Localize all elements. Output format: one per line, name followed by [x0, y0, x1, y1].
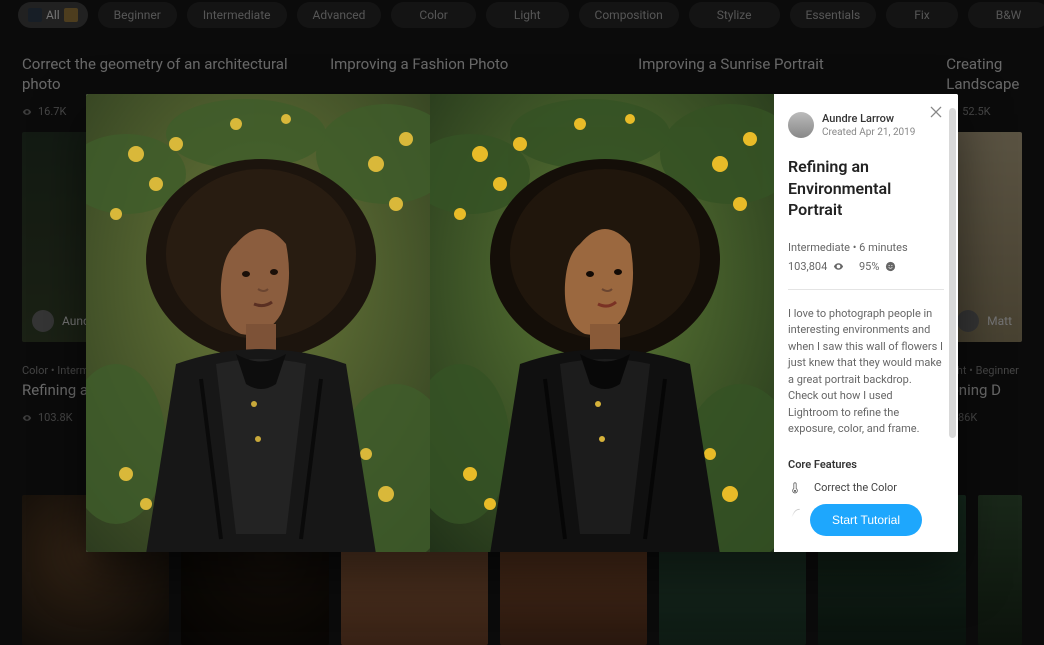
- author-block: Aundre Larrow Created Apr 21, 2019: [788, 112, 944, 138]
- feature-item: Correct the Color: [788, 481, 944, 495]
- start-tutorial-button[interactable]: Start Tutorial: [810, 504, 922, 536]
- before-image: [86, 94, 430, 552]
- core-features-header: Core Features: [788, 458, 944, 471]
- tutorial-title: Refining an Environmental Portrait: [788, 156, 944, 221]
- smile-icon: [885, 261, 896, 272]
- cta-container: Start Tutorial: [774, 494, 958, 552]
- tutorial-description: I love to photograph people in interesti…: [788, 306, 944, 438]
- created-date: Created Apr 21, 2019: [822, 127, 915, 138]
- view-approval-stats: 103,804 95%: [788, 260, 944, 273]
- sidebar-scrollbar[interactable]: [949, 108, 956, 438]
- view-count: 103,804: [788, 260, 827, 273]
- author-avatar[interactable]: [788, 112, 814, 138]
- eye-icon: [833, 261, 844, 272]
- divider: [788, 289, 944, 290]
- before-after-comparison: [86, 94, 774, 552]
- after-image: [430, 94, 774, 552]
- feature-label: Correct the Color: [814, 481, 897, 494]
- tutorial-detail-modal: Aundre Larrow Created Apr 21, 2019 Refin…: [86, 94, 958, 552]
- level-duration: Intermediate • 6 minutes: [788, 241, 944, 254]
- author-name[interactable]: Aundre Larrow: [822, 112, 915, 125]
- approval-percent: 95%: [859, 260, 879, 273]
- tutorial-sidebar: Aundre Larrow Created Apr 21, 2019 Refin…: [774, 94, 958, 552]
- thermometer-icon: [788, 481, 802, 495]
